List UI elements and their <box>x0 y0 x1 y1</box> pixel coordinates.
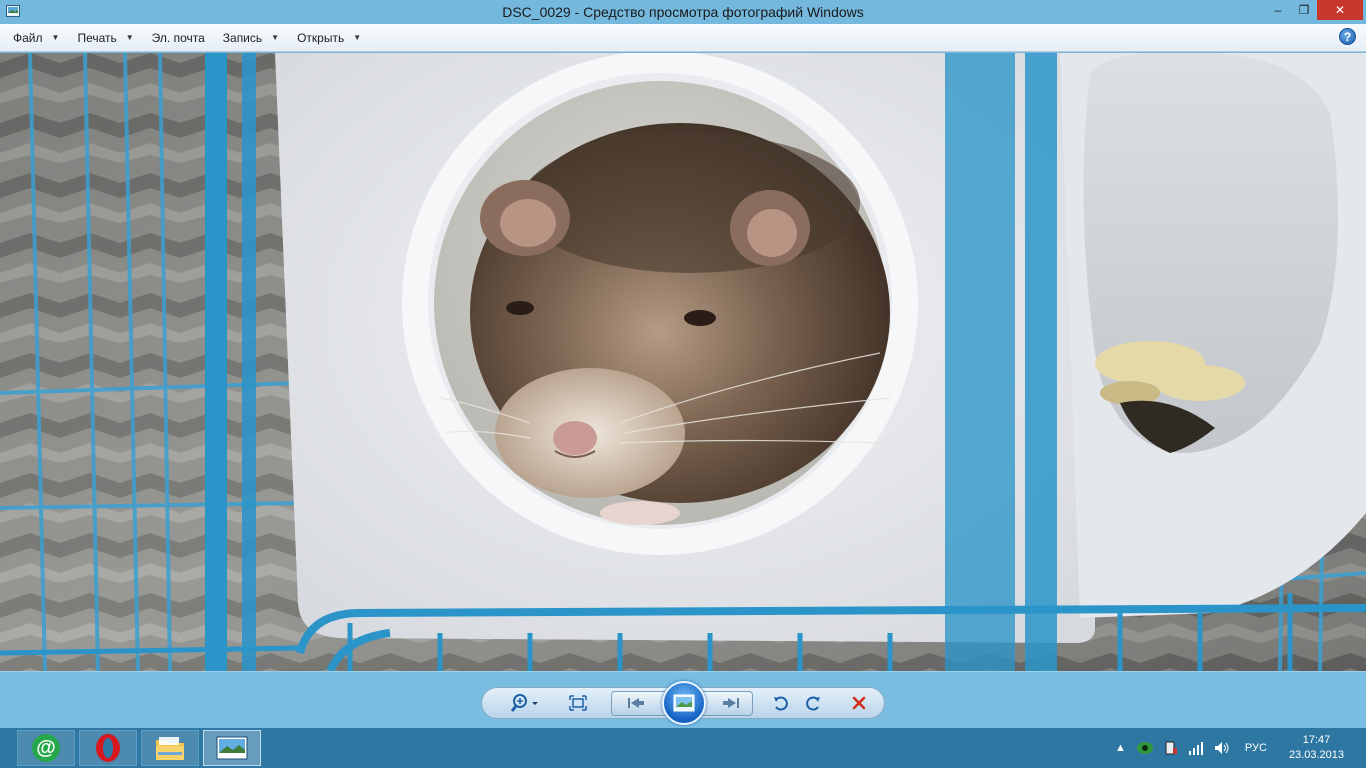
show-hidden-icons-button[interactable]: ▲ <box>1115 742 1126 754</box>
menu-print[interactable]: Печать ▼ <box>70 27 140 49</box>
rotate-right-icon <box>806 696 820 711</box>
taskbar-photo-viewer[interactable] <box>203 730 261 766</box>
menu-burn[interactable]: Запись ▼ <box>216 27 286 49</box>
restore-button[interactable]: ❐ <box>1291 0 1317 20</box>
chevron-down-icon: ▼ <box>51 33 60 42</box>
minimize-icon: ‒ <box>1274 3 1282 17</box>
hamster-photo <box>0 53 1366 671</box>
svg-text:@: @ <box>36 737 56 759</box>
taskbar-file-explorer[interactable] <box>141 730 199 766</box>
close-icon: ✕ <box>1334 3 1346 17</box>
menu-print-label: Печать <box>77 30 117 45</box>
delete-icon <box>852 696 866 710</box>
zoom-button[interactable] <box>505 687 545 719</box>
next-icon <box>723 698 739 708</box>
eye-icon[interactable] <box>1136 741 1154 755</box>
menu-file-label: Файл <box>13 30 43 45</box>
window-title: DSC_0029 - Средство просмотра фотографий… <box>502 4 864 20</box>
previous-button[interactable] <box>616 687 656 719</box>
chevron-down-icon: ▼ <box>125 33 134 42</box>
restore-icon: ❐ <box>1298 3 1310 17</box>
menu-email[interactable]: Эл. почта <box>145 27 212 49</box>
menu-file[interactable]: Файл ▼ <box>6 27 66 49</box>
help-icon[interactable]: ? <box>1339 28 1356 45</box>
close-button[interactable]: ✕ <box>1317 0 1363 20</box>
system-tray: ▲ РУС 17:47 23.03.2013 <box>1110 728 1366 768</box>
menu-open-label: Открыть <box>297 30 345 45</box>
rotate-left-icon <box>774 696 788 711</box>
chevron-down-icon: ▼ <box>353 33 362 42</box>
device-icon[interactable] <box>1164 740 1178 756</box>
menu-open[interactable]: Открыть ▼ <box>290 27 368 49</box>
at-icon: @ <box>32 734 60 762</box>
fit-to-window-icon <box>569 695 587 711</box>
delete-button[interactable] <box>846 687 872 719</box>
menu-email-label: Эл. почта <box>151 30 205 45</box>
opera-icon <box>96 734 120 762</box>
menu-burn-label: Запись <box>222 30 263 45</box>
taskbar: @ ▲ РУС 17:47 23.03.2013 <box>0 728 1366 768</box>
previous-icon <box>628 698 644 708</box>
rotate-left-button[interactable] <box>768 687 792 719</box>
fit-to-window-button[interactable] <box>563 687 593 719</box>
chevron-down-icon: ▼ <box>271 33 280 42</box>
slideshow-icon <box>673 694 695 712</box>
taskbar-opera[interactable] <box>79 730 137 766</box>
clock-time: 17:47 <box>1302 734 1331 746</box>
viewer-controls-bar <box>0 671 1366 728</box>
network-signal-icon[interactable] <box>1188 741 1204 755</box>
next-button[interactable] <box>711 687 751 719</box>
clock[interactable]: 17:47 23.03.2013 <box>1289 733 1344 763</box>
language-indicator[interactable]: РУС <box>1245 742 1267 754</box>
photo-display[interactable] <box>0 53 1366 671</box>
menu-bar: Файл ▼ Печать ▼ Эл. почта Запись ▼ Откры… <box>0 24 1366 52</box>
title-bar[interactable]: DSC_0029 - Средство просмотра фотографий… <box>0 0 1366 24</box>
folder-icon <box>156 737 184 760</box>
clock-date: 23.03.2013 <box>1288 749 1344 761</box>
taskbar-mail-agent[interactable]: @ <box>17 730 75 766</box>
minimize-button[interactable]: ‒ <box>1265 0 1291 20</box>
volume-icon[interactable] <box>1214 741 1230 755</box>
rotate-right-button[interactable] <box>802 687 826 719</box>
zoom-icon <box>510 694 538 712</box>
slideshow-button[interactable] <box>662 681 706 725</box>
photo-viewer-icon <box>216 736 248 760</box>
